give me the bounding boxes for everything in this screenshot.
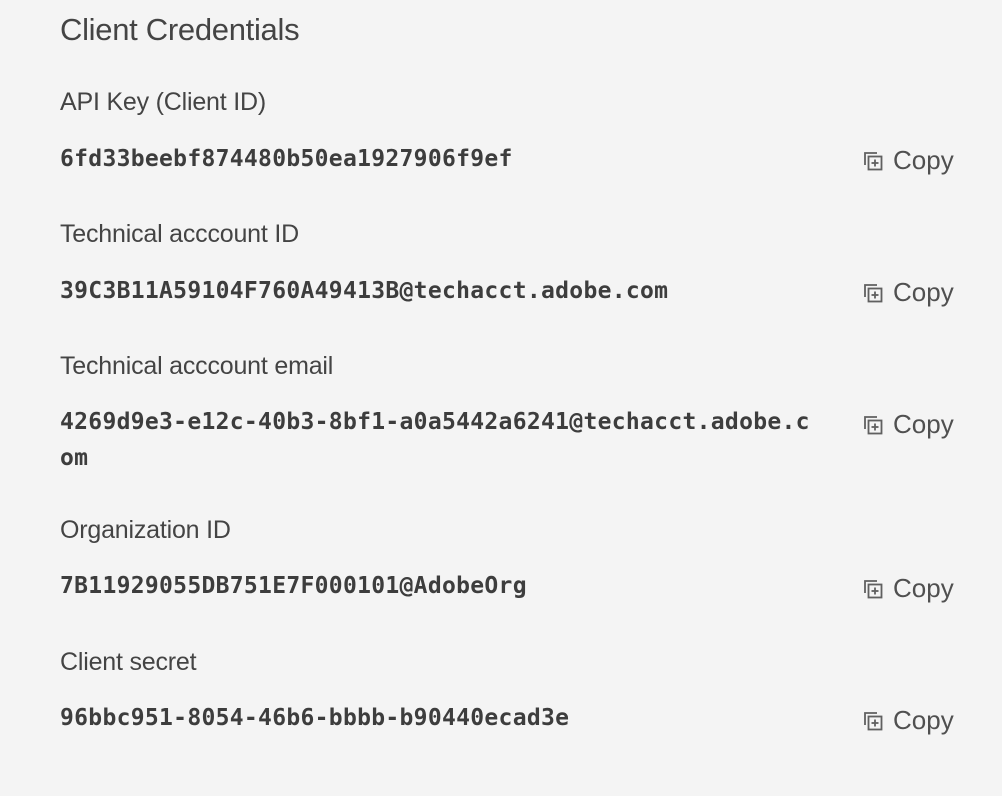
copy-label: Copy [893,277,954,307]
copy-technical-account-email-button[interactable]: Copy [861,409,954,440]
technical-account-id-label: Technical acccount ID [60,220,299,248]
technical-account-id-value: 39C3B11A59104F760A49413B@techacct.adobe.… [60,278,669,304]
copy-icon [861,413,885,437]
copy-label: Copy [893,409,954,439]
copy-label: Copy [893,145,954,175]
client-secret-value: 96bbc951-8054-46b6-bbbb-b90440ecad3e [60,705,570,731]
copy-client-secret-button[interactable]: Copy [861,705,954,736]
copy-icon [861,281,885,305]
copy-icon [861,709,885,733]
api-key-label: API Key (Client ID) [60,88,266,116]
technical-account-email-value: 4269d9e3-e12c-40b3-8bf1-a0a5442a6241@tec… [60,409,810,471]
copy-api-key-button[interactable]: Copy [861,145,954,176]
copy-icon [861,149,885,173]
section-title: Client Credentials [60,12,300,47]
technical-account-email-label: Technical acccount email [60,352,334,380]
copy-label: Copy [893,573,954,603]
client-secret-label: Client secret [60,648,197,676]
copy-technical-account-id-button[interactable]: Copy [861,277,954,308]
copy-organization-id-button[interactable]: Copy [861,573,954,604]
copy-icon [861,577,885,601]
api-key-value: 6fd33beebf874480b50ea1927906f9ef [60,146,513,172]
organization-id-value: 7B11929055DB751E7F000101@AdobeOrg [60,573,527,599]
copy-label: Copy [893,705,954,735]
organization-id-label: Organization ID [60,516,231,544]
client-credentials-panel: Client Credentials API Key (Client ID) 6… [0,0,1002,796]
